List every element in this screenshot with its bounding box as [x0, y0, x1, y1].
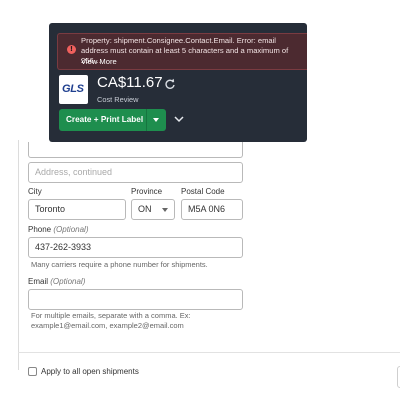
phone-help-text: Many carriers require a phone number for… [31, 260, 208, 269]
create-print-label-button[interactable]: Create + Print Label [59, 109, 166, 131]
email-help-line1: For multiple emails, separate with a com… [31, 311, 191, 320]
email-help-text: For multiple emails, separate with a com… [31, 311, 191, 331]
caret-down-icon [162, 208, 168, 212]
address-line1-input[interactable] [28, 142, 243, 158]
phone-label-text: Phone [28, 225, 52, 234]
rate-price: CA$11.67 [97, 74, 163, 91]
carrier-logo: GLS [59, 75, 88, 104]
button-separator [146, 109, 147, 131]
email-label-text: Email [28, 277, 49, 286]
city-input[interactable]: Toronto [28, 199, 126, 220]
apply-all-checkbox[interactable] [28, 367, 37, 376]
province-label: Province [131, 187, 163, 196]
province-value: ON [138, 204, 152, 214]
city-label: City [28, 187, 42, 196]
refresh-icon[interactable] [164, 77, 176, 91]
postal-code-label: Postal Code [181, 187, 225, 196]
phone-input[interactable]: 437-262-3933 [28, 237, 243, 258]
caret-down-icon[interactable] [153, 118, 159, 122]
province-select[interactable]: ON [131, 199, 175, 220]
error-circle-icon: ! [67, 45, 76, 54]
phone-optional-tag: (Optional) [53, 225, 89, 234]
chevron-down-icon[interactable] [173, 114, 185, 124]
section-divider [18, 352, 400, 353]
phone-label: Phone (Optional) [28, 225, 89, 234]
cost-review-link[interactable]: Cost Review [97, 95, 138, 104]
apply-all-label[interactable]: Apply to all open shipments [41, 367, 139, 376]
email-input[interactable] [28, 289, 243, 310]
carrier-logo-text: GLS [62, 83, 84, 95]
address-line2-input[interactable]: Address, continued [28, 162, 243, 183]
email-label: Email (Optional) [28, 277, 85, 286]
view-more-link[interactable]: View More [81, 57, 117, 66]
email-help-line2: example1@email.com, example2@email.com [31, 321, 184, 330]
email-optional-tag: (Optional) [50, 277, 86, 286]
form-left-border [18, 140, 19, 370]
postal-code-input[interactable]: M5A 0N6 [181, 199, 243, 220]
create-print-label-text: Create + Print Label [66, 115, 144, 124]
